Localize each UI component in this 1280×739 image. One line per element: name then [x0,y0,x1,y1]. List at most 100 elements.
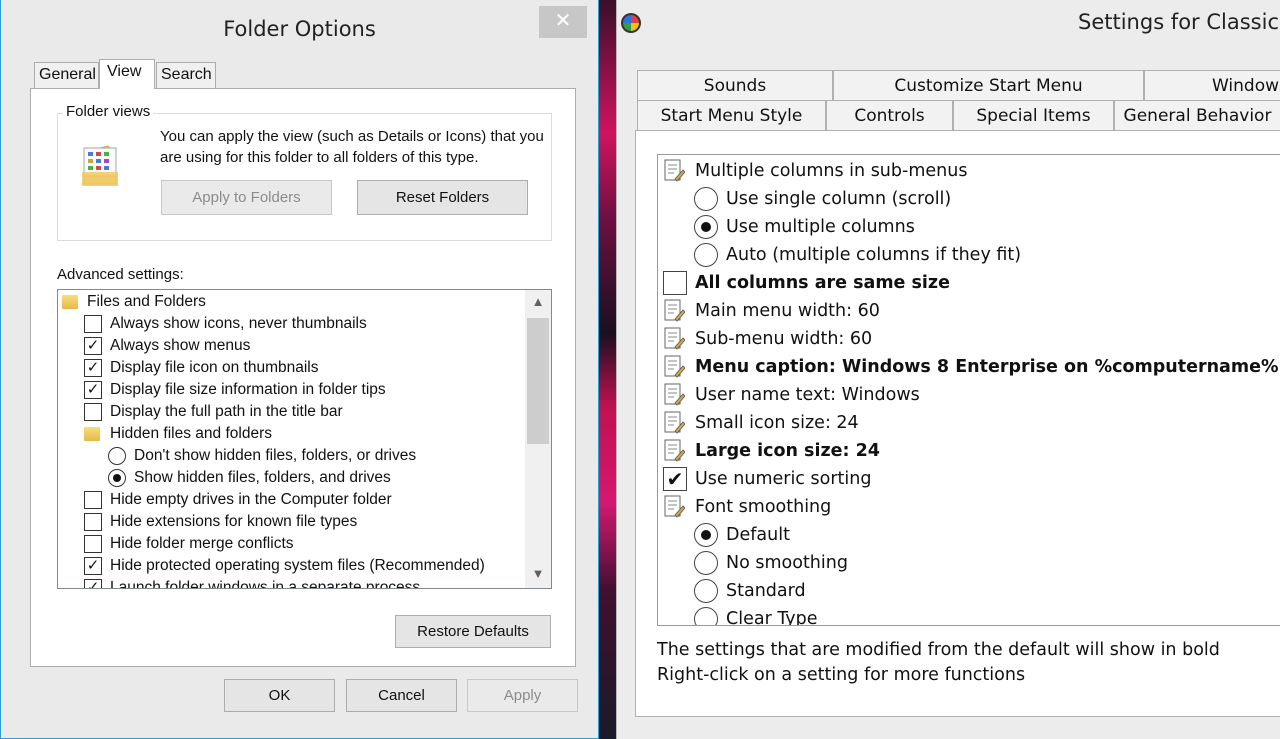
setting-label: Default [726,525,790,545]
tab-customize-start-menu[interactable]: Customize Start Menu [833,70,1144,100]
checkbox[interactable] [84,403,102,421]
radio-option[interactable]: Use multiple columns [658,213,1280,241]
checkbox-option[interactable]: ✓ Display file size information in folder… [58,379,523,401]
radio-button[interactable] [694,215,718,239]
radio-button[interactable] [694,243,718,267]
classic-shell-logo-icon [621,13,641,33]
radio-option[interactable]: Use single column (scroll) [658,185,1280,213]
checkbox[interactable] [84,535,102,553]
checkbox-option[interactable]: ✔ Use numeric sorting [658,465,1280,493]
tab-start-menu-style[interactable]: Start Menu Style [637,100,826,130]
folder-views-icon [82,145,118,186]
setting-item[interactable]: Sub-menu width: 60 [658,325,1280,353]
window-title: Settings for Classic S [1078,10,1280,34]
setting-edit-icon [664,299,685,322]
checkbox-option[interactable]: Always show icons, never thumbnails [58,313,523,335]
tab-special-items[interactable]: Special Items [953,100,1114,130]
setting-label: Menu caption: Windows 8 Enterprise on %c… [695,357,1279,377]
setting-edit-icon [664,411,685,434]
setting-item[interactable]: Large icon size: 24 [658,437,1280,465]
scrollbar-thumb[interactable] [527,318,549,444]
radio-option[interactable]: Auto (multiple columns if they fit) [658,241,1280,269]
setting-label: Sub-menu width: 60 [695,329,873,349]
radio-button[interactable] [694,523,718,547]
checkbox-option[interactable]: ✓ Display file icon on thumbnails [58,357,523,379]
folder-icon [84,427,100,441]
checkbox-option[interactable]: Hide extensions for known file types [58,511,523,533]
scroll-up-arrow-icon[interactable]: ▲ [525,294,551,309]
tab-sounds[interactable]: Sounds [637,70,833,100]
checkbox[interactable]: ✔ [663,467,687,491]
close-button[interactable]: ✕ [539,6,587,38]
checkbox[interactable]: ✓ [84,381,102,399]
radio-option[interactable]: Don't show hidden files, folders, or dri… [58,445,523,467]
apply-button[interactable]: Apply [467,679,578,712]
radio-button[interactable] [694,607,718,625]
checkbox[interactable] [84,491,102,509]
classic-shell-settings-window: Settings for Classic S Sounds Customize … [616,0,1280,739]
settings-list[interactable]: Multiple columns in sub-menus Use single … [657,154,1280,626]
tab-windows[interactable]: Windows [1144,70,1280,100]
setting-item[interactable]: Small icon size: 24 [658,409,1280,437]
setting-label: Main menu width: 60 [695,301,880,321]
checkbox-option[interactable]: ✓ Hide protected operating system files (… [58,555,523,577]
checkbox[interactable] [663,271,687,295]
setting-item[interactable]: Font smoothing [658,493,1280,521]
checkbox-option[interactable]: Hide folder merge conflicts [58,533,523,555]
checkbox-option[interactable]: Hide empty drives in the Computer folder [58,489,523,511]
setting-edit-icon [664,495,685,518]
ok-button[interactable]: OK [224,679,335,712]
checkbox-option[interactable]: All columns are same size [658,269,1280,297]
radio-button[interactable] [108,469,126,487]
close-icon: ✕ [554,10,572,32]
tree-item-label: Always show menus [110,337,251,354]
setting-label: Font smoothing [695,497,832,517]
tree-group: Hidden files and folders [58,423,523,445]
tab-controls[interactable]: Controls [826,100,953,130]
radio-option[interactable]: No smoothing [658,549,1280,577]
checkbox[interactable]: ✓ [84,579,102,588]
folder-views-group: Folder views You can apply the view (suc… [57,103,552,241]
tab-view[interactable]: View [99,59,155,89]
checkbox[interactable]: ✓ [84,337,102,355]
setting-item[interactable]: Main menu width: 60 [658,297,1280,325]
setting-item[interactable]: Multiple columns in sub-menus [658,157,1280,185]
restore-defaults-button[interactable]: Restore Defaults [395,615,551,648]
setting-edit-icon [664,327,685,350]
desktop-background [596,0,616,739]
advanced-settings-tree[interactable]: ▲ ▼ Files and Folders Always show icons, … [57,289,552,589]
cancel-button[interactable]: Cancel [346,679,457,712]
setting-label: Use single column (scroll) [726,189,952,209]
checkbox-option[interactable]: ✓ Always show menus [58,335,523,357]
scroll-down-arrow-icon[interactable]: ▼ [525,566,551,581]
vertical-scrollbar[interactable]: ▲ ▼ [525,290,551,588]
tree-item-label: Files and Folders [87,293,206,310]
setting-item[interactable]: User name text: Windows [658,381,1280,409]
apply-to-folders-button[interactable]: Apply to Folders [161,180,332,215]
folder-options-window: Folder Options ✕ General View Search Fol… [0,0,599,739]
checkbox-option[interactable]: Display the full path in the title bar [58,401,523,423]
radio-option[interactable]: Standard [658,577,1280,605]
group-label: Folder views [63,103,154,120]
radio-button[interactable] [694,551,718,575]
radio-button[interactable] [108,447,126,465]
radio-button[interactable] [694,187,718,211]
tab-search[interactable]: Search [156,62,216,88]
radio-option[interactable]: Default [658,521,1280,549]
radio-option[interactable]: Show hidden files, folders, and drives [58,467,523,489]
tab-general-behavior[interactable]: General Behavior [1114,100,1280,130]
tree-item-label: Hidden files and folders [110,425,272,442]
radio-option[interactable]: Clear Type [658,605,1280,625]
radio-button[interactable] [694,579,718,603]
setting-item[interactable]: Menu caption: Windows 8 Enterprise on %c… [658,353,1280,381]
checkbox[interactable] [84,315,102,333]
checkbox[interactable]: ✓ [84,359,102,377]
tab-general[interactable]: General [34,62,99,88]
setting-label: Use multiple columns [726,217,915,237]
checkbox-option[interactable]: ✓ Launch folder windows in a separate pro… [58,577,523,588]
tree-item-label: Don't show hidden files, folders, or dri… [134,447,417,464]
checkbox[interactable] [84,513,102,531]
view-tab-panel: Folder views You can apply the view (suc… [30,88,576,667]
checkbox[interactable]: ✓ [84,557,102,575]
reset-folders-button[interactable]: Reset Folders [357,180,528,215]
